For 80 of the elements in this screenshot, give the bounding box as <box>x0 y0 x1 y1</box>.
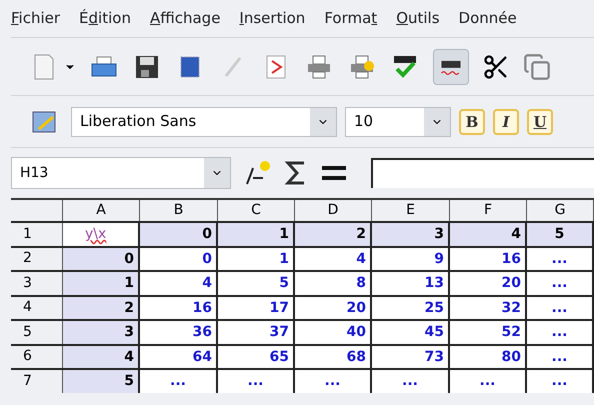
table-cell: ... <box>527 321 594 344</box>
row-header[interactable]: 4 <box>23 297 32 318</box>
column-header[interactable]: D <box>328 200 338 221</box>
table-cell: 80 <box>450 346 527 368</box>
row-header[interactable]: 7 <box>23 370 32 392</box>
table-cell: 32 <box>450 296 527 319</box>
table-cell: 5 <box>527 223 594 246</box>
table-cell: 40 <box>295 321 372 344</box>
auto-spellcheck-icon[interactable] <box>433 48 469 84</box>
table-cell: 0 <box>140 223 218 246</box>
menu-item[interactable]: Insertion <box>239 7 306 30</box>
table-cell: 0 <box>140 248 218 270</box>
table-cell: 16 <box>450 248 527 270</box>
table-cell: ... <box>140 370 218 392</box>
table-cell: ... <box>527 346 594 368</box>
menu-item[interactable]: Affichage <box>150 7 220 30</box>
equals-icon[interactable] <box>319 163 349 183</box>
column-header[interactable]: F <box>484 200 492 221</box>
table-cell: 3 <box>372 223 450 246</box>
row-header[interactable]: 1 <box>23 224 32 245</box>
table-cell: ... <box>450 370 527 392</box>
table-cell: 1 <box>63 272 140 294</box>
table-cell: 4 <box>295 248 372 270</box>
font-name-field[interactable]: Liberation Sans <box>71 106 337 136</box>
font-size-field[interactable]: 10 <box>345 106 451 136</box>
column-header[interactable]: B <box>174 200 184 221</box>
table-cell: 3 <box>63 321 140 344</box>
column-header[interactable]: G <box>554 200 566 221</box>
table-cell: 4 <box>63 346 140 368</box>
table-cell: 25 <box>372 296 450 319</box>
column-header[interactable]: A <box>96 200 106 221</box>
table-cell: 36 <box>140 321 218 344</box>
table-cell: ... <box>527 272 594 294</box>
row-header[interactable]: 2 <box>23 248 32 270</box>
table-cell: 5 <box>218 272 295 294</box>
menu-item[interactable]: Donnée <box>458 7 517 30</box>
menu-item[interactable]: Format <box>324 7 378 30</box>
table-cell: 5 <box>63 370 140 392</box>
table-cell: 20 <box>295 296 372 319</box>
format-button[interactable]: B <box>459 108 485 134</box>
formula-input[interactable] <box>371 158 594 188</box>
table-cell: 8 <box>295 272 372 294</box>
table-cell: 37 <box>218 321 295 344</box>
table-cell: ... <box>218 370 295 392</box>
table-cell: 1 <box>218 248 295 270</box>
table-cell: 4 <box>450 223 527 246</box>
format-button[interactable]: U <box>527 108 553 134</box>
column-header[interactable]: E <box>406 200 415 221</box>
menu-item[interactable]: Outils <box>396 7 440 30</box>
menu-item[interactable]: Fichier <box>11 7 60 30</box>
table-cell: 20 <box>450 272 527 294</box>
name-box[interactable]: H13 <box>11 157 231 189</box>
table-cell: 73 <box>372 346 450 368</box>
table-cell: ... <box>372 370 450 392</box>
table-cell: ... <box>527 296 594 319</box>
table-cell: 16 <box>140 296 218 319</box>
table-cell: 17 <box>218 296 295 319</box>
format-button[interactable]: I <box>493 108 519 134</box>
table-cell: 68 <box>295 346 372 368</box>
table-cell: 45 <box>372 321 450 344</box>
column-header[interactable]: C <box>251 200 261 221</box>
menu-item[interactable]: Édition <box>79 7 131 30</box>
table-cell: 1 <box>218 223 295 246</box>
row-header[interactable]: 6 <box>23 346 32 368</box>
row-header[interactable]: 3 <box>23 272 32 294</box>
table-cell: 65 <box>218 346 295 368</box>
table-cell: 52 <box>450 321 527 344</box>
table-cell: 4 <box>140 272 218 294</box>
copy-icon[interactable] <box>523 52 551 80</box>
table-cell: ... <box>527 370 594 392</box>
row-header[interactable]: 5 <box>23 322 32 343</box>
table-cell: ... <box>527 248 594 270</box>
table-cell: 2 <box>295 223 372 246</box>
table-cell: 64 <box>140 346 218 368</box>
table-cell: 9 <box>372 248 450 270</box>
table-cell: y\x <box>63 223 140 246</box>
table-cell: 0 <box>63 248 140 270</box>
table-cell: 13 <box>372 272 450 294</box>
table-cell: 2 <box>63 296 140 319</box>
table-cell: ... <box>295 370 372 392</box>
